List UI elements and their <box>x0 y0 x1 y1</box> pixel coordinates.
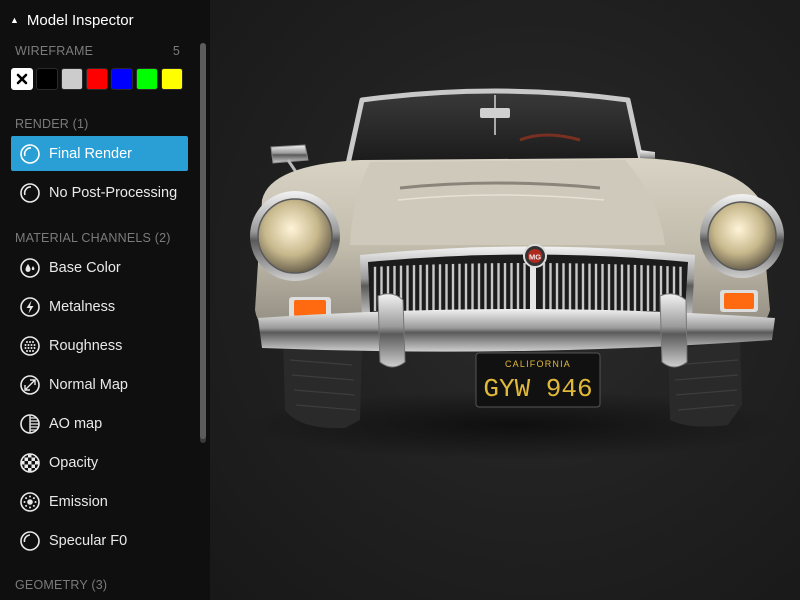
plate-state-text: CALIFORNIA <box>505 359 571 369</box>
menu-item-normal-map[interactable]: Normal Map <box>11 367 188 402</box>
menu-item-base-color[interactable]: Base Color <box>11 250 188 285</box>
opacity-icon <box>18 451 42 475</box>
menu-item-ao-map[interactable]: AO map <box>11 406 188 441</box>
menu-item-final-render[interactable]: Final Render <box>11 136 188 171</box>
menu-item-opacity[interactable]: Opacity <box>11 445 188 480</box>
swatch-none[interactable] <box>11 68 33 90</box>
render-section-title: RENDER (1) <box>15 117 89 131</box>
menu-item-label: Metalness <box>49 298 116 315</box>
swatch-green[interactable] <box>136 68 158 90</box>
menu-item-specular-f0[interactable]: Specular F0 <box>11 523 188 558</box>
metalness-icon <box>18 295 42 319</box>
wireframe-section-title: WIREFRAME 5 <box>0 41 210 61</box>
panel-title: Model Inspector <box>26 11 134 29</box>
wireframe-value: 5 <box>172 44 180 58</box>
menu-item-label: Roughness <box>49 337 123 354</box>
caret-up-icon[interactable]: ▲ <box>10 15 19 25</box>
emission-icon <box>18 490 42 514</box>
car-model-render: MG CALIFORNIA GYW 946 <box>245 88 785 460</box>
normal-map-icon <box>18 373 42 397</box>
menu-item-label: Final Render <box>49 145 133 162</box>
menu-item-metalness[interactable]: Metalness <box>11 289 188 324</box>
menu-item-no-post-processing[interactable]: No Post-Processing <box>11 175 188 210</box>
mg-badge-text: MG <box>529 253 541 262</box>
menu-item-emission[interactable]: Emission <box>11 484 188 519</box>
plate-number-text: GYW 946 <box>483 374 592 404</box>
wireframe-title: WIREFRAME <box>15 44 94 58</box>
3d-viewport[interactable]: MG CALIFORNIA GYW 946 <box>210 0 800 600</box>
geometry-section-title: GEOMETRY (3) <box>15 578 108 592</box>
scrollbar-thumb[interactable] <box>200 43 206 439</box>
menu-item-roughness[interactable]: Roughness <box>11 328 188 363</box>
swatch-black[interactable] <box>36 68 58 90</box>
material-channels-section-title: MATERIAL CHANNELS (2) <box>15 231 171 245</box>
roughness-icon <box>18 334 42 358</box>
swatch-light-gray[interactable] <box>61 68 83 90</box>
menu-item-label: Base Color <box>49 259 121 276</box>
ao-map-icon <box>18 412 42 436</box>
panel-header[interactable]: ▲ Model Inspector <box>0 0 210 40</box>
menu-item-label: AO map <box>49 415 103 432</box>
menu-item-label: Emission <box>49 493 108 510</box>
base-color-icon <box>18 256 42 280</box>
wireframe-color-swatches <box>0 68 210 90</box>
swatch-blue[interactable] <box>111 68 133 90</box>
menu-item-label: Opacity <box>49 454 99 471</box>
model-inspector-panel: ▲ Model Inspector WIREFRAME 5 RENDER (1)… <box>0 0 210 600</box>
specular-f0-icon <box>18 529 42 553</box>
close-icon <box>16 73 28 85</box>
final-render-icon <box>18 142 42 166</box>
menu-item-label: Specular F0 <box>49 532 128 549</box>
menu-item-label: No Post-Processing <box>49 184 178 201</box>
menu-item-label: Normal Map <box>49 376 128 393</box>
swatch-yellow[interactable] <box>161 68 183 90</box>
swatch-red[interactable] <box>86 68 108 90</box>
no-post-processing-icon <box>18 181 42 205</box>
